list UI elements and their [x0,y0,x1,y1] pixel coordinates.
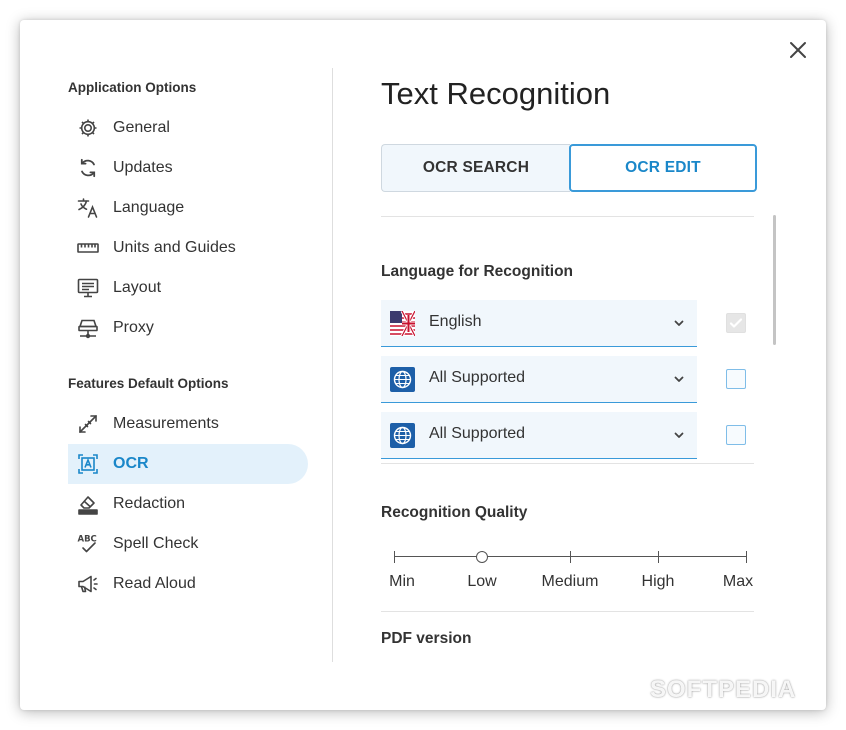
chevron-down-icon [673,429,685,441]
measure-icon [76,412,100,436]
sidebar-item-units-and-guides[interactable]: Units and Guides [68,228,308,268]
quality-level-label[interactable]: Max [723,573,753,591]
sidebar-item-ocr[interactable]: OCR [68,444,308,484]
quality-level-label[interactable]: Min [389,573,415,591]
sidebar-item-label: Units and Guides [113,239,236,256]
quality-section-title: Recognition Quality [381,504,528,521]
slider-tick [394,551,395,563]
section-title-application: Application Options [68,80,197,95]
sidebar-item-updates[interactable]: Updates [68,148,308,188]
chevron-down-icon [673,373,685,385]
sidebar-item-general[interactable]: General [68,108,308,148]
slider-tick [570,551,571,563]
quality-level-label[interactable]: Low [467,573,496,591]
sidebar-item-measurements[interactable]: Measurements [68,404,308,444]
chevron-down-icon [673,317,685,329]
ocr-settings-panel: Language for Recognition English All Sup… [381,216,754,666]
sidebar-item-language[interactable]: Language [68,188,308,228]
globe-icon [390,423,415,448]
divider [381,611,754,612]
language-select-1[interactable]: English [381,300,697,347]
slider-tick [746,551,747,563]
ocr-mode-toggle: OCR SEARCH OCR EDIT [381,144,757,192]
pdf-section-title: PDF version [381,630,472,647]
slider-tick [658,551,659,563]
uk-flag-icon [390,311,415,336]
sidebar-item-spell-check[interactable]: ABC Spell Check [68,524,308,564]
language-value: All Supported [429,369,526,386]
sidebar-item-layout[interactable]: Layout [68,268,308,308]
translate-icon [76,196,100,220]
sidebar-divider [332,68,333,662]
monitor-icon [76,276,100,300]
preferences-dialog: Application Options General Updates Lang… [20,20,826,710]
sidebar-item-label: Redaction [113,495,186,512]
sidebar-item-label: Layout [113,279,162,296]
divider [381,463,754,464]
tab-ocr-search[interactable]: OCR SEARCH [381,144,570,192]
language-select-2[interactable]: All Supported [381,356,697,403]
quality-level-label[interactable]: Medium [542,573,599,591]
eraser-icon [76,492,100,516]
language-value: All Supported [429,425,526,442]
sidebar-item-read-aloud[interactable]: Read Aloud [68,564,308,604]
scrollbar-thumb[interactable] [773,215,776,345]
page-title: Text Recognition [381,76,611,111]
language-value: English [429,313,482,330]
language-section-title: Language for Recognition [381,263,574,280]
quality-level-label[interactable]: High [642,573,675,591]
sidebar-item-label: General [113,119,170,136]
sidebar-item-redaction[interactable]: Redaction [68,484,308,524]
megaphone-icon [76,572,100,596]
ocr-icon [76,452,100,476]
spellcheck-icon: ABC [76,532,100,556]
tab-ocr-edit[interactable]: OCR EDIT [569,144,757,192]
divider [381,216,754,217]
network-icon [76,316,100,340]
sidebar-item-proxy[interactable]: Proxy [68,308,308,348]
slider-knob[interactable] [476,551,488,563]
sidebar-item-label: Language [113,199,185,216]
sidebar-item-label: Read Aloud [113,575,196,592]
language-checkbox-1[interactable] [726,313,746,333]
language-checkbox-3[interactable] [726,425,746,445]
section-title-features: Features Default Options [68,376,229,391]
quality-slider[interactable] [394,549,747,565]
ruler-icon [76,236,100,260]
globe-icon [390,367,415,392]
sidebar-item-label: Updates [113,159,173,176]
close-button[interactable] [784,36,812,64]
language-checkbox-2[interactable] [726,369,746,389]
refresh-icon [76,156,100,180]
sidebar-item-label: Proxy [113,319,154,336]
watermark: SOFTPEDIA [650,676,797,703]
sidebar-item-label: Spell Check [113,535,199,552]
sidebar-item-label: OCR [113,455,149,472]
language-select-3[interactable]: All Supported [381,412,697,459]
close-icon [790,42,806,58]
sidebar-item-label: Measurements [113,415,219,432]
gear-icon [76,116,100,140]
